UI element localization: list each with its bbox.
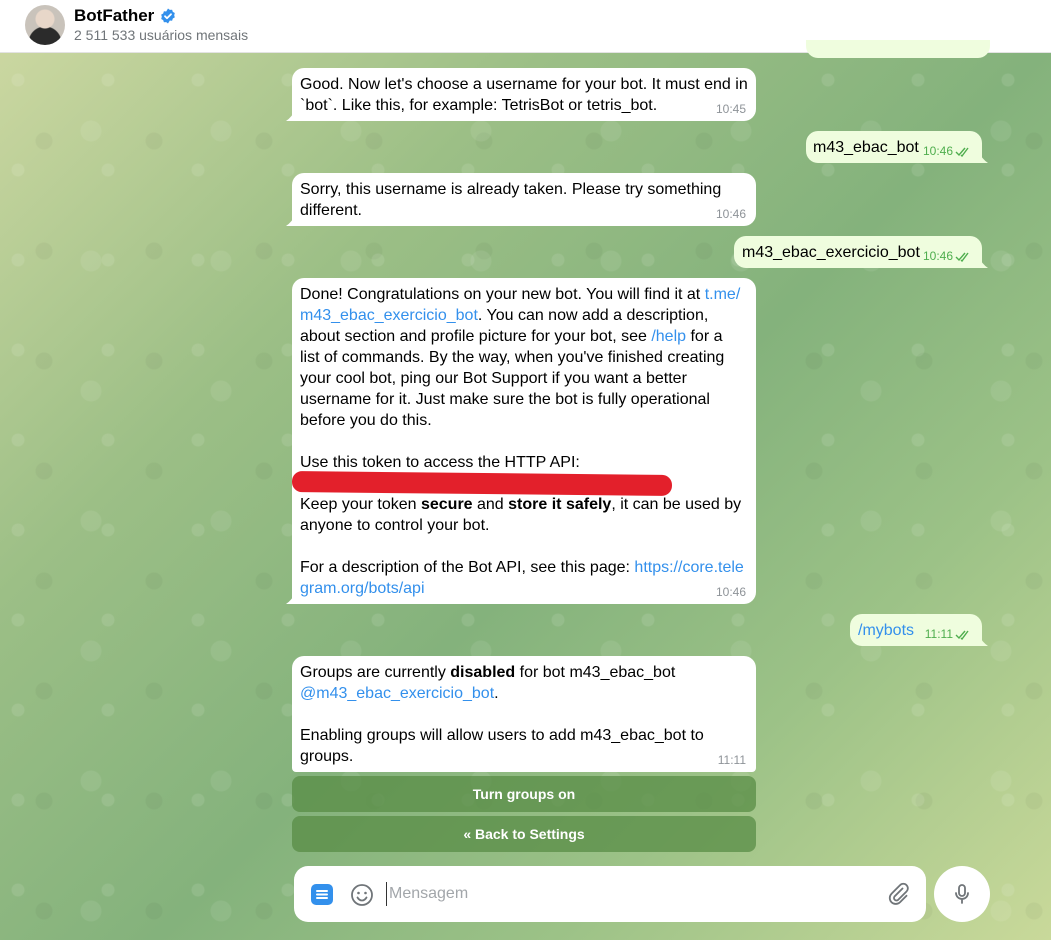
- bold-text: store it safely: [508, 496, 612, 513]
- message-bubble-outgoing[interactable]: m43_ebac_exercicio_bot 10:46: [734, 236, 988, 268]
- message-bubble-incoming[interactable]: Good. Now let's choose a username for yo…: [286, 68, 756, 121]
- message-bubble-outgoing-partial: [806, 40, 990, 58]
- bubble-tail: [286, 109, 296, 121]
- message-text-line: gram.org/bots/api: [300, 578, 748, 599]
- message-bubble-outgoing[interactable]: /mybots 11:11: [850, 614, 988, 646]
- text-fragment: for a: [686, 328, 723, 345]
- message-time: 10:46: [715, 207, 746, 221]
- message-text-line: Use this token to access the HTTP API:: [300, 454, 580, 471]
- avatar[interactable]: [25, 5, 65, 45]
- message-time: 10:46: [715, 585, 746, 599]
- bot-link[interactable]: t.me/: [705, 286, 741, 303]
- message-time-status: 10:46: [923, 249, 972, 263]
- bubble-tail: [286, 214, 296, 226]
- message-text: m43_ebac_exercicio_bot: [742, 244, 920, 261]
- bubble-tail: [286, 592, 296, 604]
- text-fragment: for bot m43_ebac_bot: [515, 664, 676, 681]
- chat-title[interactable]: BotFather: [74, 6, 154, 26]
- text-fragment: Keep your token: [300, 496, 421, 513]
- message-text-line: Good. Now let's choose a username for yo…: [300, 76, 748, 93]
- message-text-line: `bot`. Like this, for example: TetrisBot…: [300, 97, 658, 114]
- message-text-line: anyone to control your bot.: [300, 517, 490, 534]
- message-time: 11:11: [924, 627, 953, 641]
- message-text-line: groups.: [300, 748, 354, 765]
- bubble-tail: [978, 256, 988, 268]
- message-text-line: list of commands. By the way, when you'v…: [300, 349, 725, 366]
- message-time: 10:46: [922, 144, 953, 158]
- text-fragment: , it can be used by: [611, 496, 742, 513]
- turn-groups-on-button[interactable]: Turn groups on: [292, 776, 756, 812]
- help-command-link[interactable]: /help: [651, 328, 686, 345]
- message-bubble-incoming[interactable]: Sorry, this username is already taken. P…: [286, 173, 756, 226]
- read-checks-icon: [955, 630, 969, 640]
- message-text-line: Done! Congratulations on your new bot. Y…: [300, 284, 748, 305]
- text-fragment: .: [494, 685, 499, 702]
- message-time: 11:11: [717, 753, 746, 767]
- message-text-line: Keep your token secure and store it safe…: [300, 494, 748, 515]
- message-time-status: 10:46: [923, 144, 972, 158]
- text-fragment: Done! Congratulations on your new bot. Y…: [300, 286, 705, 303]
- message-time: 10:45: [715, 102, 746, 116]
- message-text-line: @m43_ebac_exercicio_bot.: [300, 683, 748, 704]
- bubble-tail: [978, 151, 988, 163]
- message-text-line: Enabling groups will allow users to add …: [300, 727, 704, 744]
- text-fragment: For a description of the Bot API, see th…: [300, 559, 635, 576]
- read-checks-icon: [955, 147, 969, 157]
- message-time: 10:46: [922, 249, 953, 263]
- emoji-icon[interactable]: [350, 883, 374, 907]
- message-input[interactable]: Mensagem: [386, 882, 866, 906]
- message-text-line: before you do this.: [300, 412, 432, 429]
- message-bubble-incoming[interactable]: Groups are currently disabled for bot m4…: [292, 656, 756, 772]
- token-redaction-mark: [291, 471, 673, 496]
- message-text-line: username for it. Just make sure the bot …: [300, 391, 710, 408]
- message-text-line: For a description of the Bot API, see th…: [300, 557, 748, 578]
- text-fragment: . You can now add a description,: [477, 307, 709, 324]
- bold-text: disabled: [450, 664, 516, 681]
- menu-icon: [316, 890, 328, 899]
- message-text: m43_ebac_bot: [813, 139, 919, 156]
- bubble-tail: [978, 634, 988, 646]
- text-fragment: about section and profile picture for yo…: [300, 328, 652, 345]
- message-time-status: 11:11: [925, 627, 972, 641]
- message-text-line: your cool bot, ping our Bot Support if y…: [300, 370, 687, 387]
- message-bubble-incoming[interactable]: Done! Congratulations on your new bot. Y…: [286, 278, 756, 604]
- read-checks-icon: [955, 252, 969, 262]
- bot-mention-link[interactable]: @m43_ebac_exercicio_bot: [300, 685, 494, 702]
- text-fragment: and: [472, 496, 509, 513]
- message-composer: Mensagem: [294, 866, 926, 922]
- bot-link[interactable]: m43_ebac_exercicio_bot: [300, 307, 478, 324]
- message-bubble-outgoing[interactable]: m43_ebac_bot 10:46: [806, 131, 988, 163]
- api-docs-link[interactable]: gram.org/bots/api: [300, 580, 425, 597]
- message-text-line: Sorry, this username is already taken. P…: [300, 181, 722, 198]
- chat-subtitle: 2 511 533 usuários mensais: [74, 27, 249, 43]
- message-text-line: different.: [300, 202, 362, 219]
- message-text-line: about section and profile picture for yo…: [300, 326, 748, 347]
- voice-record-button[interactable]: [934, 866, 990, 922]
- verified-icon: [161, 8, 176, 24]
- message-text-line: m43_ebac_exercicio_bot. You can now add …: [300, 305, 748, 326]
- api-docs-link[interactable]: https://core.tele: [634, 559, 743, 576]
- message-text-line: Groups are currently disabled for bot m4…: [300, 662, 748, 683]
- bold-text: secure: [420, 496, 473, 513]
- back-to-settings-button[interactable]: « Back to Settings: [292, 816, 756, 852]
- bot-menu-button[interactable]: [311, 884, 333, 905]
- mybots-command-link[interactable]: /mybots: [858, 622, 914, 639]
- text-fragment: Groups are currently: [300, 664, 451, 681]
- paperclip-icon[interactable]: [886, 882, 910, 906]
- microphone-icon: [955, 884, 969, 904]
